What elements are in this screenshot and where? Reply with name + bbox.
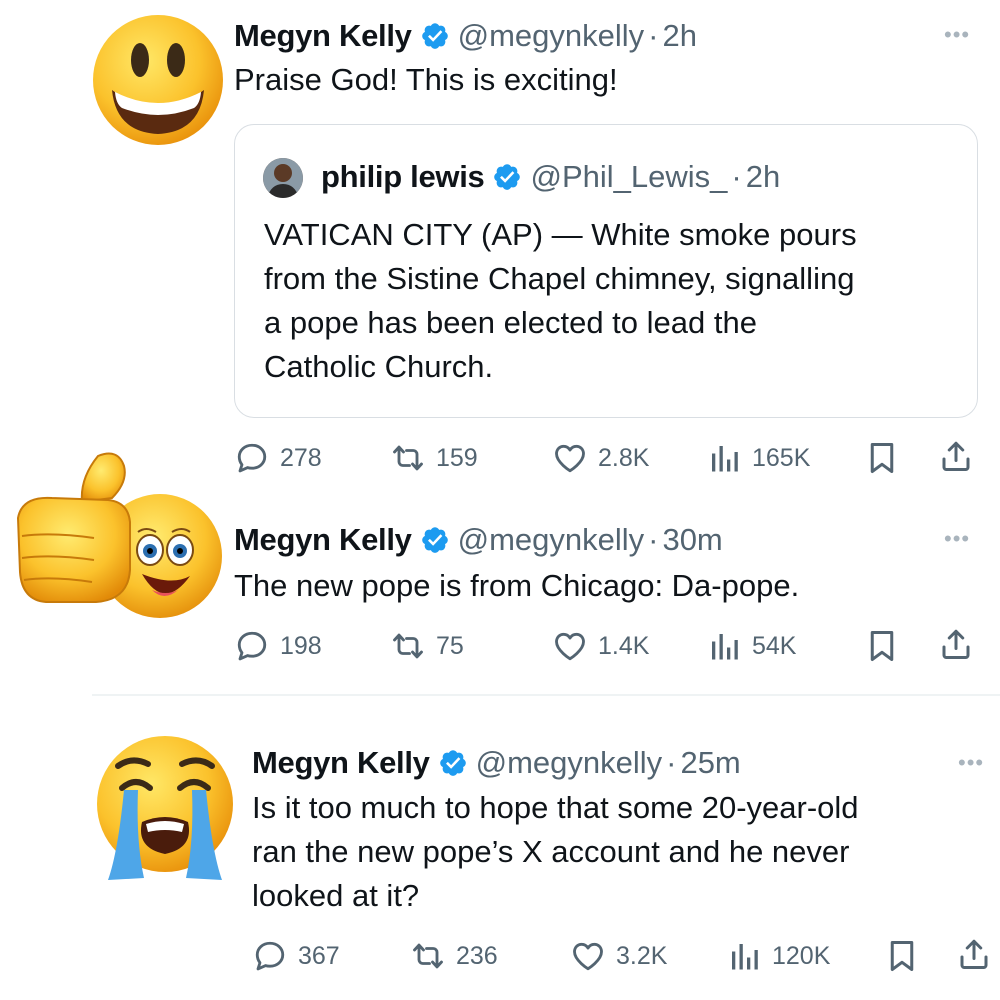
display-name[interactable]: Megyn Kelly xyxy=(234,522,412,558)
reply-icon xyxy=(234,440,270,476)
more-options-icon[interactable]: ••• xyxy=(958,750,984,776)
quote-text-line: from the Sistine Chapel chimney, signall… xyxy=(264,261,855,296)
like-count: 3.2K xyxy=(616,941,668,970)
views-button[interactable]: 120K xyxy=(726,938,830,974)
display-name[interactable]: Megyn Kelly xyxy=(234,18,412,54)
like-count: 2.8K xyxy=(598,443,650,472)
separator-dot: · xyxy=(666,745,677,780)
quote-text: VATICAN CITY (AP) — White smoke pours fr… xyxy=(264,213,857,389)
tweet-text-line: ran the new pope’s X account and he neve… xyxy=(252,834,850,869)
heart-icon xyxy=(570,938,606,974)
timestamp[interactable]: 30m xyxy=(662,522,722,558)
repost-count: 236 xyxy=(456,941,498,970)
share-button[interactable] xyxy=(938,626,984,662)
grinning-emoji-icon[interactable] xyxy=(90,12,226,148)
heart-icon xyxy=(552,628,588,664)
view-count: 120K xyxy=(772,941,831,970)
tweet-header: Megyn Kelly @megynkelly · 2h xyxy=(234,16,697,56)
thumbs-up-emoji-icon[interactable] xyxy=(12,440,228,620)
tweet-text-line: looked at it? xyxy=(252,878,420,913)
like-button[interactable]: 2.8K xyxy=(552,440,649,476)
quote-text-line: Catholic Church. xyxy=(264,349,494,384)
tweet-text: Is it too much to hope that some 20-year… xyxy=(252,786,859,918)
reply-count: 198 xyxy=(280,631,322,660)
bookmark-button[interactable] xyxy=(884,938,930,974)
quote-header: philip lewis @Phil_Lewis_ · 2h xyxy=(321,157,780,197)
display-name[interactable]: Megyn Kelly xyxy=(252,745,430,781)
reply-count: 278 xyxy=(280,443,322,472)
quote-timestamp[interactable]: 2h xyxy=(746,159,780,195)
views-icon xyxy=(706,628,742,664)
tweet-header: Megyn Kelly @megynkelly · 25m xyxy=(252,743,741,783)
user-handle[interactable]: @megynkelly xyxy=(458,18,645,54)
repost-icon xyxy=(410,938,446,974)
view-count: 165K xyxy=(752,443,811,472)
user-handle[interactable]: @megynkelly xyxy=(458,522,645,558)
view-count: 54K xyxy=(752,631,797,660)
timestamp[interactable]: 25m xyxy=(680,745,740,781)
reply-button[interactable]: 367 xyxy=(252,938,340,974)
views-icon xyxy=(706,440,742,476)
bookmark-icon xyxy=(864,440,900,476)
more-options-icon[interactable]: ••• xyxy=(944,526,970,552)
views-icon xyxy=(726,938,762,974)
repost-icon xyxy=(390,440,426,476)
like-button[interactable]: 1.4K xyxy=(552,628,649,664)
repost-count: 159 xyxy=(436,443,478,472)
separator-dot: · xyxy=(648,18,659,53)
timestamp[interactable]: 2h xyxy=(662,18,696,54)
quote-user-handle[interactable]: @Phil_Lewis_ xyxy=(530,159,727,195)
crying-emoji-icon[interactable] xyxy=(90,732,240,882)
share-button[interactable] xyxy=(956,936,1000,972)
repost-button[interactable]: 236 xyxy=(410,938,498,974)
separator-dot: · xyxy=(731,159,742,194)
divider xyxy=(92,694,1000,696)
reply-count: 367 xyxy=(298,941,340,970)
avatar[interactable] xyxy=(263,158,303,198)
reply-button[interactable]: 278 xyxy=(234,440,322,476)
quote-text-line: VATICAN CITY (AP) — White smoke pours xyxy=(264,217,857,252)
bookmark-button[interactable] xyxy=(864,628,910,664)
bookmark-icon xyxy=(884,938,920,974)
heart-icon xyxy=(552,440,588,476)
verified-badge-icon xyxy=(492,162,522,192)
views-button[interactable]: 165K xyxy=(706,440,810,476)
verified-badge-icon xyxy=(438,748,468,778)
quoted-tweet-card[interactable]: philip lewis @Phil_Lewis_ · 2h VATICAN C… xyxy=(234,124,978,418)
bookmark-icon xyxy=(864,628,900,664)
repost-button[interactable]: 75 xyxy=(390,628,464,664)
quote-display-name[interactable]: philip lewis xyxy=(321,159,485,195)
separator-dot: · xyxy=(648,522,659,557)
reply-icon xyxy=(234,628,270,664)
repost-button[interactable]: 159 xyxy=(390,440,478,476)
quote-text-line: a pope has been elected to lead the xyxy=(264,305,757,340)
like-count: 1.4K xyxy=(598,631,650,660)
share-icon xyxy=(938,438,974,474)
reply-icon xyxy=(252,938,288,974)
repost-icon xyxy=(390,628,426,664)
share-icon xyxy=(938,626,974,662)
repost-count: 75 xyxy=(436,631,464,660)
views-button[interactable]: 54K xyxy=(706,628,796,664)
share-button[interactable] xyxy=(938,438,984,474)
tweet-header: Megyn Kelly @megynkelly · 30m xyxy=(234,520,723,560)
tweet-text: The new pope is from Chicago: Da-pope. xyxy=(234,568,800,603)
tweet-text: Praise God! This is exciting! xyxy=(234,62,618,97)
verified-badge-icon xyxy=(420,21,450,51)
share-icon xyxy=(956,936,992,972)
reply-button[interactable]: 198 xyxy=(234,628,322,664)
tweet-text-line: Is it too much to hope that some 20-year… xyxy=(252,790,859,825)
user-handle[interactable]: @megynkelly xyxy=(476,745,663,781)
more-options-icon[interactable]: ••• xyxy=(944,22,970,48)
verified-badge-icon xyxy=(420,525,450,555)
like-button[interactable]: 3.2K xyxy=(570,938,667,974)
bookmark-button[interactable] xyxy=(864,440,910,476)
